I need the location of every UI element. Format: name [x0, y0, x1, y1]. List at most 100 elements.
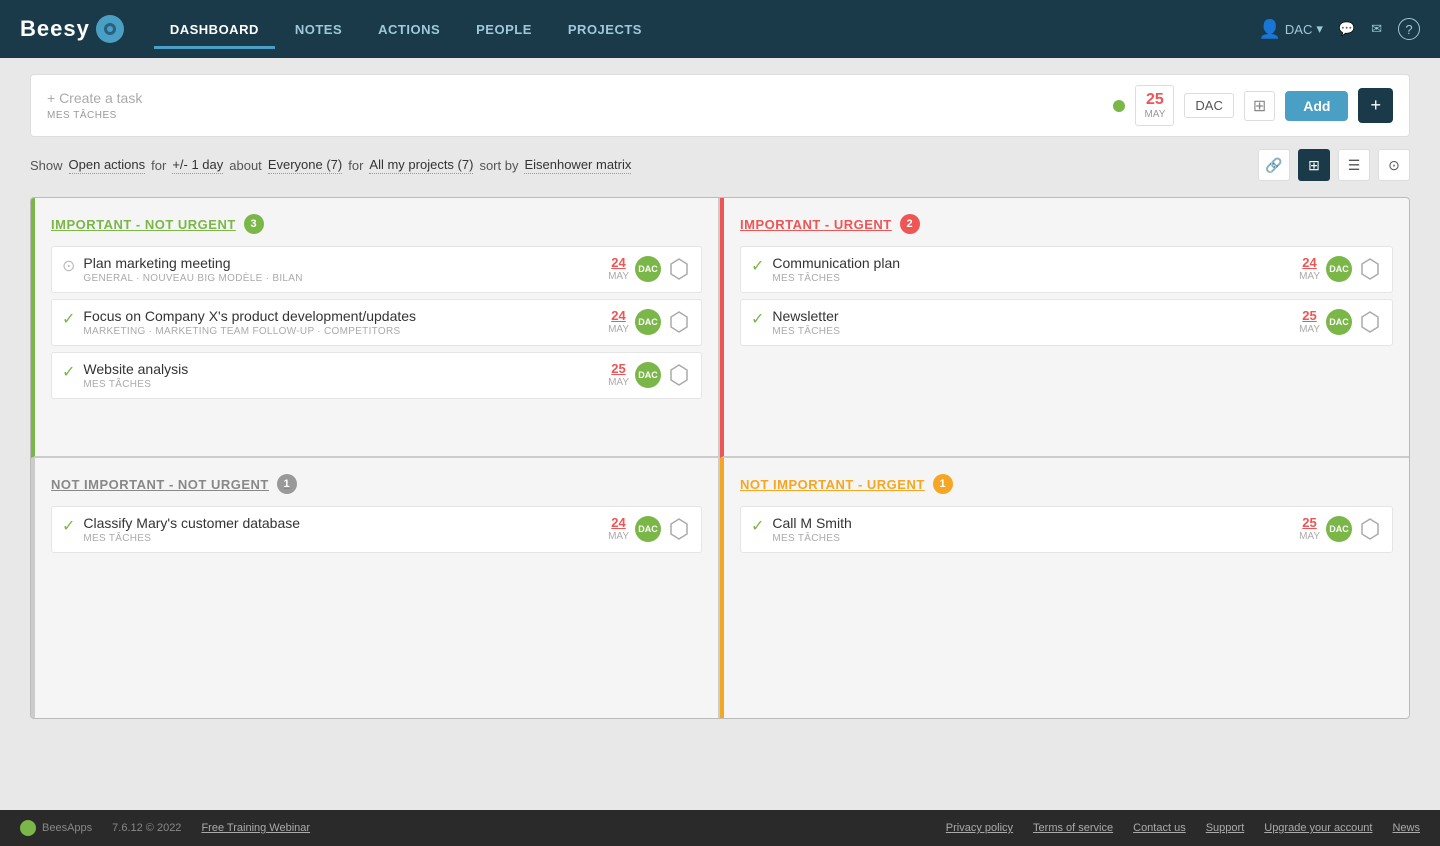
chat-button[interactable]: 💬 — [1339, 21, 1355, 37]
priority-hexagon-icon[interactable] — [667, 310, 691, 334]
chat-icon: 💬 — [1339, 21, 1355, 37]
task-sub: MES TÂCHES — [83, 533, 600, 544]
other-view-button[interactable]: ⊙ — [1378, 149, 1410, 181]
footer-webinar[interactable]: Free Training Webinar — [201, 822, 310, 834]
priority-hexagon-icon[interactable] — [667, 363, 691, 387]
user-name: DAC — [1285, 22, 1312, 37]
grid-view-icon[interactable]: ⊞ — [1244, 91, 1275, 121]
quadrant-title-4[interactable]: NOT IMPORTANT - URGENT 1 — [740, 474, 1393, 494]
task-check-icon[interactable]: ✓ — [62, 516, 75, 536]
avatar[interactable]: DAC — [635, 362, 661, 388]
task-create-input[interactable] — [47, 90, 228, 106]
task-date: 24 MAY — [1299, 255, 1320, 283]
quadrant-title-1[interactable]: IMPORTANT - NOT URGENT 3 — [51, 214, 702, 234]
add-task-button[interactable]: Add — [1285, 91, 1348, 121]
task-day: 25 — [1299, 515, 1320, 531]
nav-people[interactable]: PEOPLE — [460, 14, 548, 45]
task-date: 24 MAY — [608, 515, 629, 543]
main-content: MES TÂCHES 25 MAY DAC ⊞ Add + Show Open … — [0, 58, 1440, 810]
avatar[interactable]: DAC — [635, 256, 661, 282]
task-content: Communication plan MES TÂCHES — [772, 255, 1291, 284]
quadrant-title-3[interactable]: NOT IMPORTANT - NOT URGENT 1 — [51, 474, 702, 494]
priority-hexagon-icon[interactable] — [667, 517, 691, 541]
task-day: 24 — [608, 308, 629, 324]
nav-links: DASHBOARD NOTES ACTIONS PEOPLE PROJECTS — [154, 14, 1259, 45]
footer-upgrade[interactable]: Upgrade your account — [1264, 822, 1372, 834]
task-check-icon[interactable]: ✓ — [751, 256, 764, 276]
logo: Beesy — [20, 15, 124, 43]
projects-filter[interactable]: All my projects (7) — [369, 157, 473, 174]
task-day: 24 — [608, 515, 629, 531]
task-day: 24 — [1299, 255, 1320, 271]
nav-projects[interactable]: PROJECTS — [552, 14, 658, 45]
table-row: ✓ Classify Mary's customer database MES … — [51, 506, 702, 553]
task-right: 24 MAY DAC — [608, 255, 691, 283]
avatar[interactable]: DAC — [1326, 256, 1352, 282]
about-label: about — [229, 158, 262, 173]
quadrant-label-4: NOT IMPORTANT - URGENT — [740, 477, 925, 492]
avatar[interactable]: DAC — [1326, 516, 1352, 542]
footer-terms[interactable]: Terms of service — [1033, 822, 1113, 834]
task-name: Newsletter — [772, 308, 1291, 324]
count-badge-4: 1 — [933, 474, 953, 494]
nav-dashboard[interactable]: DASHBOARD — [154, 14, 275, 45]
task-check-icon[interactable]: ✓ — [751, 516, 764, 536]
task-date: 25 MAY — [608, 361, 629, 389]
priority-hexagon-icon[interactable] — [667, 257, 691, 281]
list-view-button[interactable]: ☰ — [1338, 149, 1370, 181]
footer-links: Privacy policy Terms of service Contact … — [946, 822, 1420, 834]
task-month: MAY — [608, 531, 629, 543]
task-right: 25 MAY DAC — [1299, 515, 1382, 543]
priority-hexagon-icon[interactable] — [1358, 310, 1382, 334]
task-create-label: MES TÂCHES — [47, 110, 1113, 121]
footer-news[interactable]: News — [1392, 822, 1420, 834]
priority-hexagon-icon[interactable] — [1358, 257, 1382, 281]
nav-actions[interactable]: ACTIONS — [362, 14, 456, 45]
help-icon: ? — [1398, 18, 1420, 40]
task-month: MAY — [1299, 271, 1320, 283]
task-check-icon[interactable]: ✓ — [62, 309, 75, 329]
task-day: 25 — [1299, 308, 1320, 324]
task-check-icon[interactable]: ⊙ — [62, 256, 75, 276]
user-icon: 👤 — [1259, 19, 1281, 40]
footer-contact[interactable]: Contact us — [1133, 822, 1186, 834]
task-content: Classify Mary's customer database MES TÂ… — [83, 515, 600, 544]
task-content: Plan marketing meeting GENERAL · NOUVEAU… — [83, 255, 600, 284]
for-label-1: for — [151, 158, 166, 173]
nav-notes[interactable]: NOTES — [279, 14, 358, 45]
avatar[interactable]: DAC — [635, 516, 661, 542]
task-check-icon[interactable]: ✓ — [62, 362, 75, 382]
status-dot — [1113, 100, 1125, 112]
view-controls: 🔗 ⊞ ☰ ⊙ — [1258, 149, 1410, 181]
avatar[interactable]: DAC — [635, 309, 661, 335]
task-check-icon[interactable]: ✓ — [751, 309, 764, 329]
mail-button[interactable]: ✉ — [1371, 21, 1382, 37]
task-month: MAY — [1299, 531, 1320, 543]
user-menu[interactable]: 👤 DAC ▾ — [1259, 19, 1323, 40]
everyone-filter[interactable]: Everyone (7) — [268, 157, 342, 174]
task-month: MAY — [608, 271, 629, 283]
link-view-button[interactable]: 🔗 — [1258, 149, 1290, 181]
logo-icon — [96, 15, 124, 43]
task-name: Call M Smith — [772, 515, 1291, 531]
open-actions-filter[interactable]: Open actions — [69, 157, 146, 174]
quadrant-title-2[interactable]: IMPORTANT - URGENT 2 — [740, 214, 1393, 234]
filter-bar: Show Open actions for +/- 1 day about Ev… — [30, 149, 1410, 181]
range-filter[interactable]: +/- 1 day — [172, 157, 223, 174]
task-right: 24 MAY DAC — [608, 515, 691, 543]
priority-hexagon-icon[interactable] — [1358, 517, 1382, 541]
plus-button[interactable]: + — [1358, 88, 1393, 123]
quadrant-important-not-urgent: IMPORTANT - NOT URGENT 3 ⊙ Plan marketin… — [31, 198, 720, 458]
show-label: Show — [30, 158, 63, 173]
date-day: 25 — [1144, 90, 1165, 109]
help-button[interactable]: ? — [1398, 18, 1420, 40]
footer-privacy[interactable]: Privacy policy — [946, 822, 1013, 834]
quadrant-label-1: IMPORTANT - NOT URGENT — [51, 217, 236, 232]
footer-support[interactable]: Support — [1206, 822, 1245, 834]
avatar[interactable]: DAC — [1326, 309, 1352, 335]
sort-filter[interactable]: Eisenhower matrix — [524, 157, 631, 174]
task-content: Focus on Company X's product development… — [83, 308, 600, 337]
assignee-selector[interactable]: DAC — [1184, 93, 1233, 118]
grid-view-button[interactable]: ⊞ — [1298, 149, 1330, 181]
date-picker[interactable]: 25 MAY — [1135, 85, 1174, 126]
